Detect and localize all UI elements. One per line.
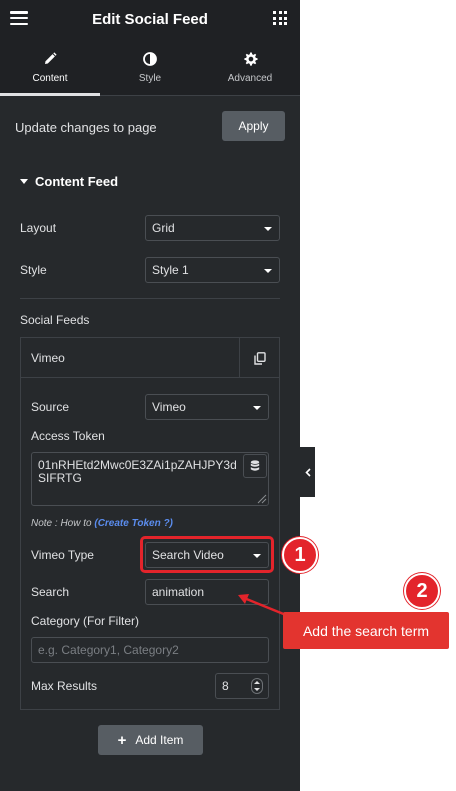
resize-handle-icon[interactable]	[257, 494, 267, 504]
style-select[interactable]: Style 1	[145, 257, 280, 283]
tab-content-label: Content	[32, 73, 68, 84]
source-value: Vimeo	[152, 400, 186, 414]
update-text: Update changes to page	[15, 119, 157, 135]
callout-label: Add the search term	[283, 612, 449, 649]
chevron-left-icon	[304, 467, 311, 477]
tab-content[interactable]: Content	[0, 38, 100, 96]
chevron-down-icon	[264, 227, 272, 231]
database-icon[interactable]	[243, 454, 267, 478]
max-results-input[interactable]: 8	[215, 673, 269, 699]
vimeo-type-label: Vimeo Type	[31, 548, 94, 562]
source-select[interactable]: Vimeo	[145, 394, 269, 420]
hamburger-icon[interactable]	[10, 11, 28, 25]
section-title: Content Feed	[35, 174, 119, 189]
style-value: Style 1	[152, 263, 189, 277]
chevron-down-icon	[253, 406, 261, 410]
search-label: Search	[31, 585, 70, 599]
update-row: Update changes to page Apply	[0, 96, 300, 158]
duplicate-icon[interactable]	[239, 338, 279, 378]
category-label: Category (For Filter)	[31, 614, 140, 628]
max-results-value: 8	[222, 679, 229, 693]
divider	[20, 298, 280, 299]
collapse-panel-button[interactable]	[300, 447, 315, 497]
pointer-arrow-icon	[238, 594, 287, 617]
pencil-icon	[43, 49, 57, 69]
section-toggle-content-feed[interactable]: Content Feed	[20, 174, 118, 189]
step-badge-1: 1	[282, 537, 318, 573]
tab-bar: Content Style Advanced	[0, 38, 300, 96]
tab-advanced-label: Advanced	[227, 73, 273, 84]
layout-label: Layout	[20, 221, 57, 235]
max-results-label: Max Results	[31, 679, 98, 693]
tab-style[interactable]: Style	[100, 38, 200, 95]
gear-icon	[243, 49, 258, 69]
add-item-label: Add Item	[135, 733, 184, 747]
panel-title: Edit Social Feed	[92, 10, 208, 28]
source-label: Source	[31, 400, 70, 414]
caret-down-icon	[20, 179, 28, 184]
number-stepper-icon[interactable]	[251, 678, 263, 694]
create-token-link[interactable]: (Create Token ?)	[94, 518, 173, 529]
tab-style-label: Style	[138, 73, 162, 84]
style-label: Style	[20, 263, 47, 277]
grid-icon[interactable]	[273, 11, 287, 25]
access-token-textarea[interactable]: 01nRHEtd2Mwc0E3ZAi1pZAHJPY3dSIFRTG	[31, 452, 269, 506]
access-token-label: Access Token	[31, 429, 105, 443]
step-badge-2: 2	[404, 573, 440, 609]
panel-header: Edit Social Feed	[0, 0, 300, 38]
layout-value: Grid	[152, 221, 175, 235]
editor-panel: Edit Social Feed Content Style Advanced …	[0, 0, 300, 791]
note-prefix: Note : How to	[31, 518, 95, 529]
add-item-button[interactable]: + Add Item	[98, 725, 203, 755]
tab-advanced[interactable]: Advanced	[200, 38, 300, 95]
social-feeds-label: Social Feeds	[20, 313, 90, 327]
apply-button[interactable]: Apply	[222, 111, 285, 141]
highlight-box	[140, 536, 274, 573]
layout-select[interactable]: Grid	[145, 215, 280, 241]
token-help-note: Note : How to (Create Token ?)	[31, 518, 173, 529]
half-circle-icon	[143, 49, 157, 69]
chevron-down-icon	[264, 269, 272, 273]
category-input[interactable]: e.g. Category1, Category2	[31, 637, 269, 663]
repeater-item-title: Vimeo	[31, 350, 65, 365]
plus-icon: +	[117, 731, 127, 749]
